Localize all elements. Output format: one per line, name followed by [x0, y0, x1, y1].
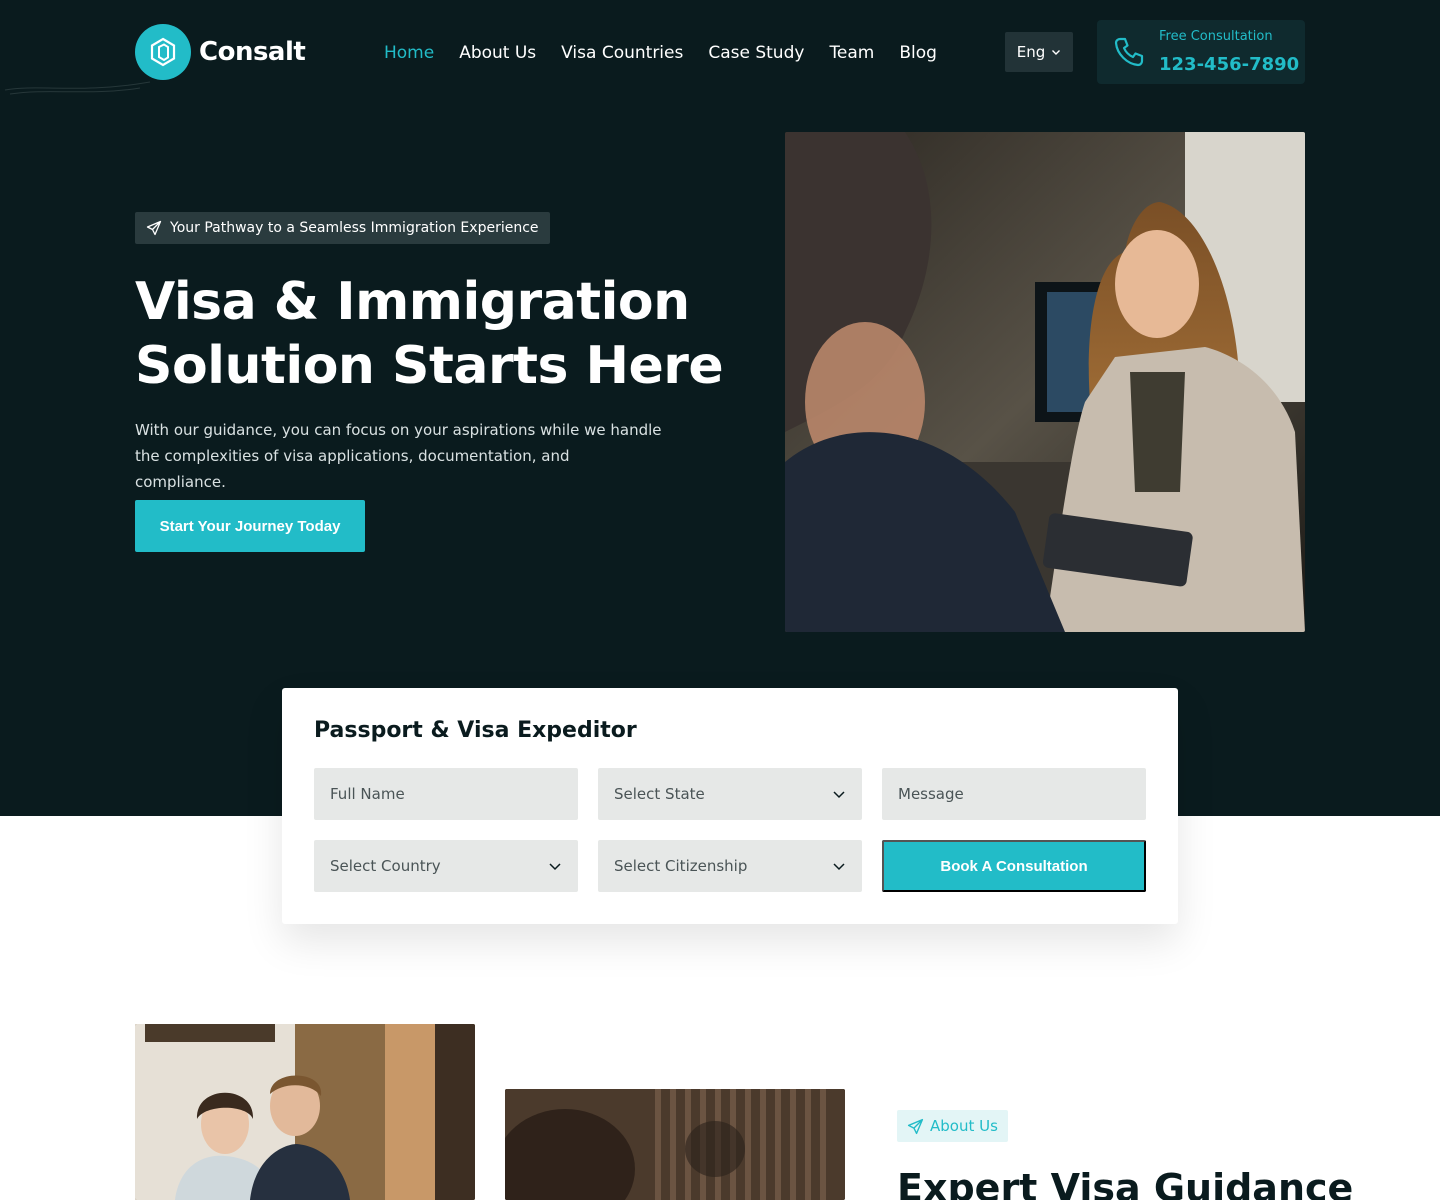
brand-name: Consalt: [199, 37, 306, 67]
hero-title-line-2: Solution Starts Here: [135, 336, 724, 396]
visa-expeditor-form: Passport & Visa Expeditor Full Name Sele…: [282, 688, 1178, 924]
full-name-field[interactable]: Full Name: [314, 768, 578, 820]
hero-title-line-1: Visa & Immigration: [135, 272, 690, 332]
main-nav: Home About Us Visa Countries Case Study …: [384, 40, 937, 66]
hero-description: With our guidance, you can focus on your…: [135, 421, 662, 491]
book-consultation-button[interactable]: Book A Consultation: [882, 840, 1146, 892]
hero-title: Visa & Immigration Solution Starts Here: [135, 270, 755, 398]
about-photo-team: [135, 1024, 475, 1200]
chevron-down-icon: [833, 863, 845, 871]
message-placeholder: Message: [898, 785, 964, 803]
chevron-down-icon: [549, 863, 561, 871]
brand-logo[interactable]: Consalt: [135, 24, 306, 80]
state-placeholder: Select State: [614, 785, 705, 803]
state-select[interactable]: Select State: [598, 768, 862, 820]
full-name-placeholder: Full Name: [330, 785, 405, 803]
nav-case-study[interactable]: Case Study: [708, 40, 804, 66]
plane-icon: [907, 1118, 924, 1134]
citizenship-placeholder: Select Citizenship: [614, 857, 748, 875]
about-us-badge-text: About Us: [930, 1117, 998, 1135]
hero-badge-text: Your Pathway to a Seamless Immigration E…: [170, 220, 539, 236]
logo-icon: [135, 24, 191, 80]
nav-visa-countries[interactable]: Visa Countries: [561, 40, 683, 66]
country-select[interactable]: Select Country: [314, 840, 578, 892]
hero-photo: [785, 132, 1305, 632]
consultation-label: Free Consultation: [1159, 29, 1273, 44]
phone-icon: [1114, 37, 1144, 67]
language-select[interactable]: Eng: [1005, 32, 1073, 72]
about-us-badge: About Us: [897, 1110, 1008, 1142]
chevron-down-icon: [1052, 50, 1061, 55]
start-journey-button[interactable]: Start Your Journey Today: [135, 500, 365, 552]
phone-number[interactable]: 123-456-7890: [1159, 54, 1299, 75]
message-field[interactable]: Message: [882, 768, 1146, 820]
chevron-down-icon: [833, 791, 845, 799]
form-title: Passport & Visa Expeditor: [314, 718, 637, 743]
free-consultation-box[interactable]: Free Consultation 123-456-7890: [1097, 20, 1305, 84]
nav-blog[interactable]: Blog: [899, 40, 937, 66]
hero-badge: Your Pathway to a Seamless Immigration E…: [135, 212, 550, 244]
nav-about-us[interactable]: About Us: [459, 40, 536, 66]
about-photo-office: [505, 1089, 845, 1200]
plane-icon: [146, 220, 162, 236]
language-label: Eng: [1016, 43, 1046, 61]
country-placeholder: Select Country: [330, 857, 441, 875]
nav-team[interactable]: Team: [829, 40, 874, 66]
citizenship-select[interactable]: Select Citizenship: [598, 840, 862, 892]
nav-home[interactable]: Home: [384, 40, 434, 66]
about-title: Expert Visa Guidance: [897, 1166, 1354, 1200]
